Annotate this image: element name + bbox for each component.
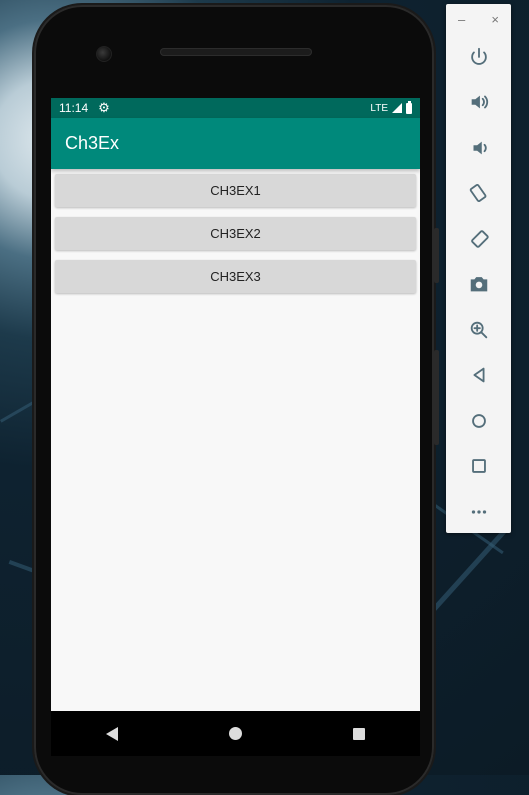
overview-button[interactable] (446, 444, 511, 490)
app-title: Ch3Ex (65, 133, 120, 153)
settings-gear-icon: ⚙ (98, 100, 110, 115)
nav-home-icon[interactable] (228, 727, 242, 740)
navigation-bar (51, 711, 420, 756)
ch3ex1-button[interactable]: CH3EX1 (55, 174, 416, 207)
volume-up-button[interactable] (446, 80, 511, 126)
emulator-toolbar: – × (446, 4, 511, 533)
rotate-right-icon (470, 229, 489, 248)
home-button[interactable] (446, 398, 511, 444)
zoom-icon (470, 321, 487, 338)
close-icon[interactable]: × (491, 12, 499, 27)
home-icon (471, 413, 486, 428)
battery-icon (406, 100, 412, 114)
status-bar: 11:14 ⚙ LTE (51, 98, 420, 118)
more-icon (471, 510, 486, 514)
rotate-left-icon (469, 184, 486, 203)
network-type: LTE (370, 102, 388, 114)
status-indicators: LTE (370, 100, 412, 114)
screenshot-button[interactable] (446, 262, 511, 308)
volume-down-button[interactable] (446, 125, 511, 171)
back-icon (473, 367, 484, 383)
button-list: CH3EX1 CH3EX2 CH3EX3 (51, 169, 420, 308)
rotate-right-button[interactable] (446, 216, 511, 262)
signal-icon (392, 103, 402, 113)
phone-volume-button[interactable] (434, 350, 439, 445)
device-screen: 11:14 ⚙ LTE Ch3Ex CH3EX1 CH3EX2 CH3EX3 (51, 98, 420, 711)
minimize-icon[interactable]: – (458, 12, 465, 27)
ch3ex2-button[interactable]: CH3EX2 (55, 217, 416, 250)
volume-down-icon (473, 141, 487, 155)
background-streak (430, 528, 508, 614)
rotate-left-button[interactable] (446, 171, 511, 217)
camera-icon (470, 277, 487, 292)
nav-back-icon[interactable] (106, 726, 119, 741)
phone-power-button[interactable] (434, 228, 439, 283)
volume-up-icon (471, 95, 488, 109)
toolbar-window-controls: – × (446, 4, 511, 34)
back-button[interactable] (446, 353, 511, 399)
power-icon (470, 47, 487, 65)
earpiece-speaker (160, 48, 312, 56)
front-camera-icon (96, 46, 112, 62)
status-time: 11:14 (59, 101, 89, 115)
app-bar: Ch3Ex (51, 118, 420, 169)
power-button[interactable] (446, 34, 511, 80)
more-button[interactable] (446, 489, 511, 535)
nav-recents-icon[interactable] (352, 727, 365, 740)
ch3ex3-button[interactable]: CH3EX3 (55, 260, 416, 293)
zoom-button[interactable] (446, 307, 511, 353)
overview-icon (471, 459, 486, 474)
